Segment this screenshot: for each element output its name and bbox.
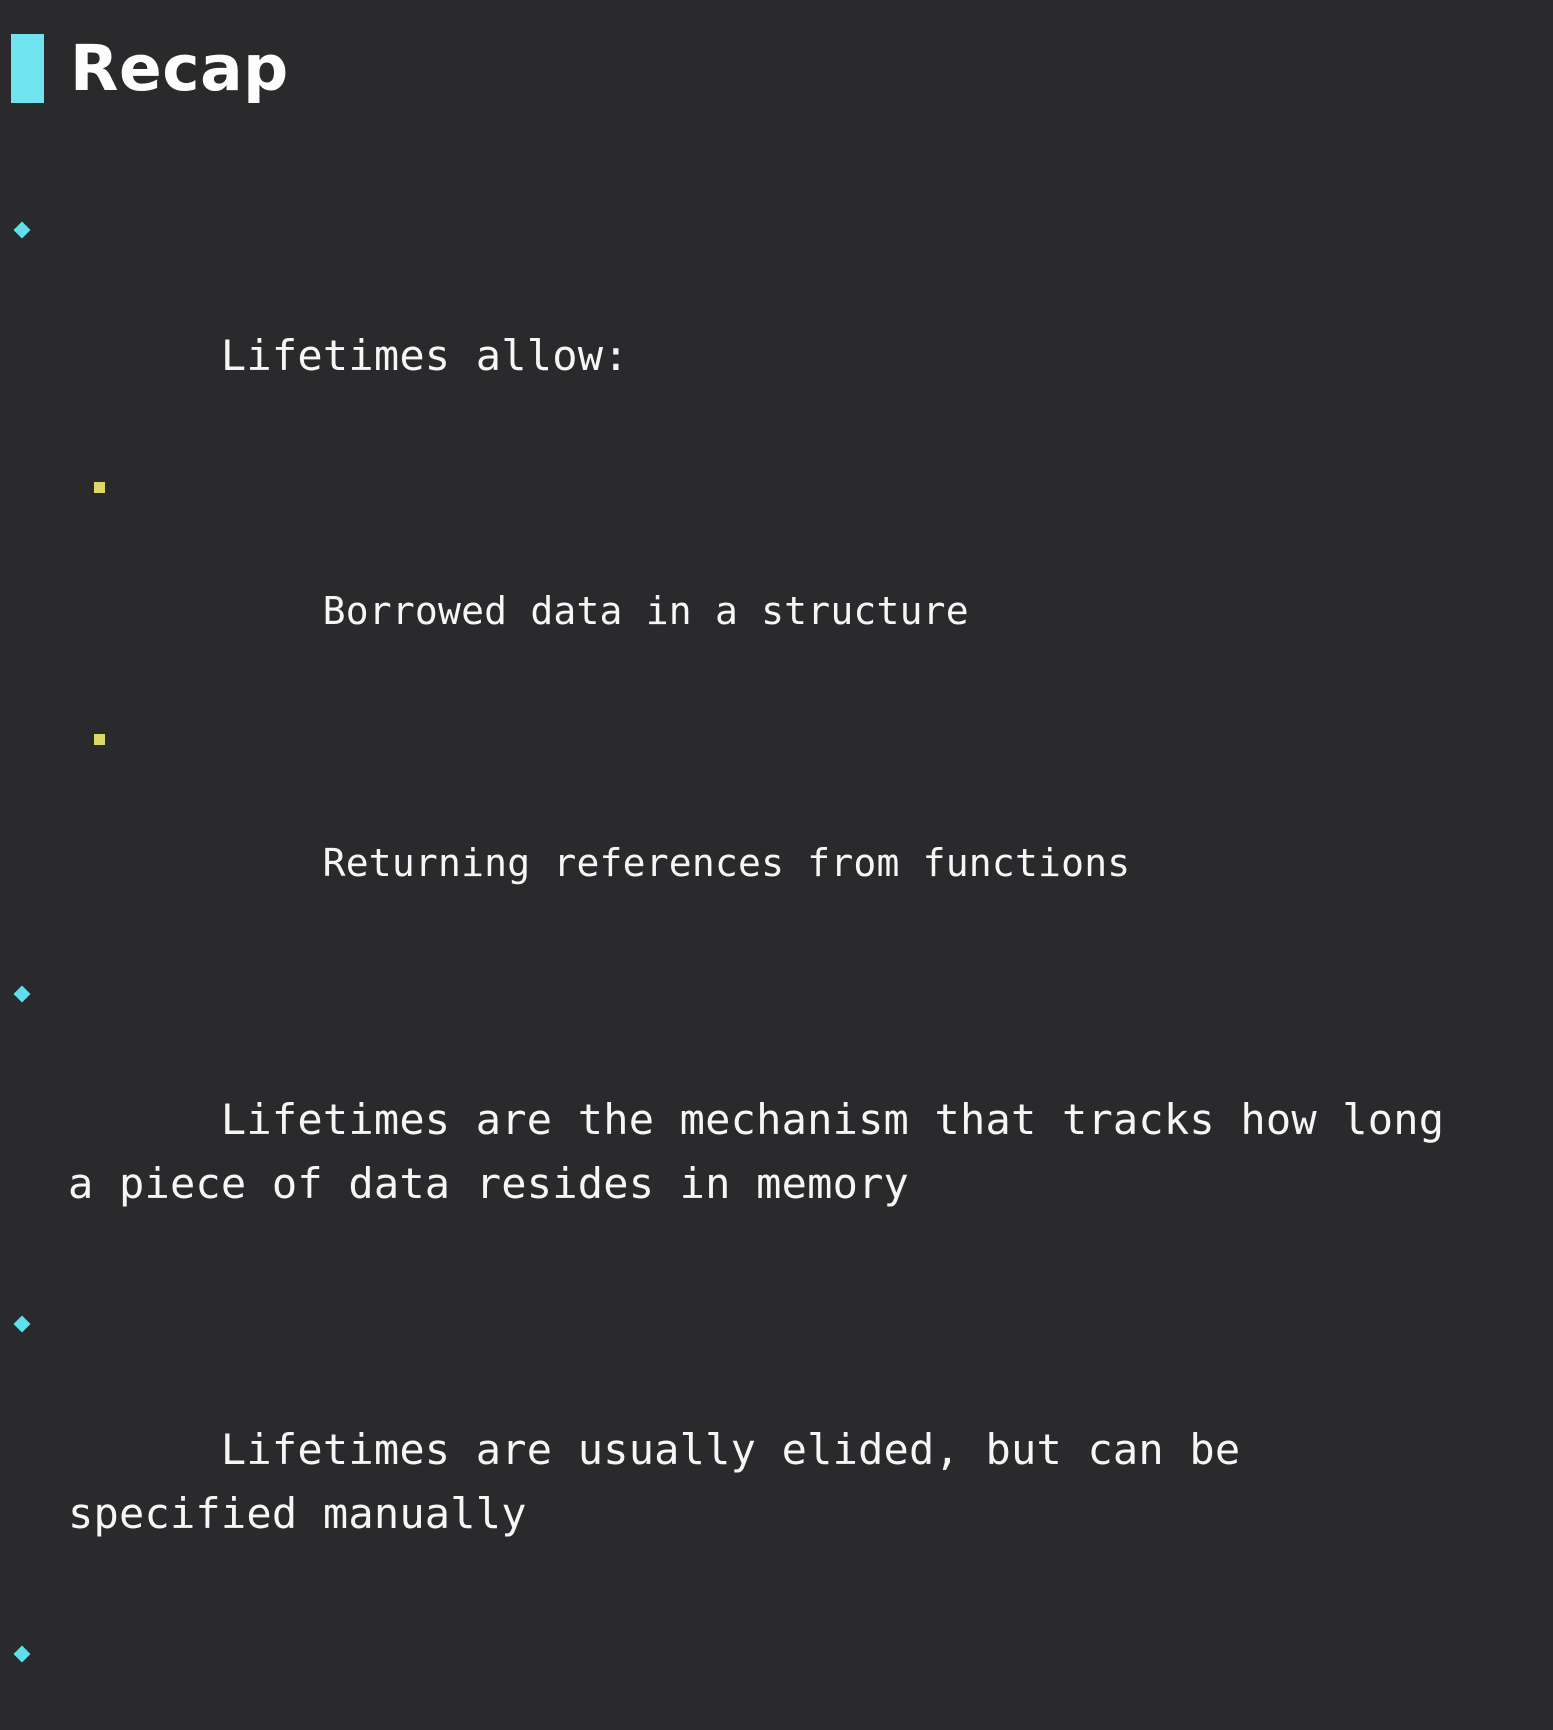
list-item: Lifetimes are the mechanism that tracks … (0, 960, 1553, 1280)
list-item-label: Borrowed data in a structure (322, 589, 969, 633)
list-item: Borrowed data in a structure (0, 456, 1553, 704)
diamond-bullet-icon (13, 985, 31, 1003)
list-item-label: Lifetimes are the mechanism that tracks … (68, 1095, 1445, 1208)
list-item-label: Returning references from functions (322, 841, 1131, 885)
diamond-bullet-icon (13, 221, 31, 239)
square-bullet-icon (94, 482, 105, 493)
square-bullet-icon (94, 734, 105, 745)
list-item: Returning references from functions (0, 708, 1553, 956)
list-item: Lifetimes are usually elided, but can be… (0, 1290, 1553, 1610)
list-item-label: Lifetimes are usually elided, but can be… (68, 1425, 1241, 1538)
page-title: Recap (70, 31, 289, 105)
list-item-label: Lifetimes allow: (220, 331, 629, 380)
sub-bullet-list: Borrowed data in a structure Returning r… (0, 456, 1553, 956)
list-item: Lifetimes allow: (0, 196, 1553, 452)
slide-title-row: Recap (0, 16, 289, 120)
diamond-bullet-icon (13, 1315, 31, 1333)
diamond-bullet-icon (13, 1645, 31, 1663)
list-item: Lifetimes will be checked by the compile… (0, 1620, 1553, 1730)
bullet-list: Lifetimes allow: Borrowed data in a stru… (0, 196, 1553, 1730)
slide: Recap Lifetimes allow: Borrowed data in … (0, 0, 1553, 1663)
title-accent-bar-icon (11, 33, 44, 103)
